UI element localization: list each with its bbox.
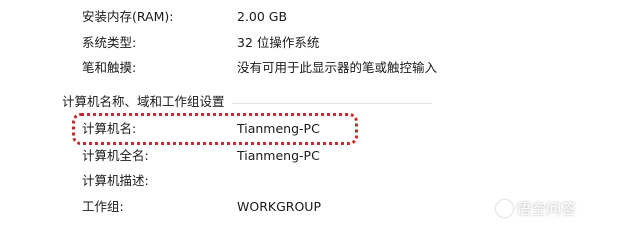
wukong-logo-icon <box>496 200 513 217</box>
ram-value: 2.00 GB <box>237 9 288 24</box>
pen-touch-value: 没有可用于此显示器的笔或触控输入 <box>237 60 438 75</box>
pen-touch-label: 笔和触摸: <box>82 60 137 75</box>
system-type-row: 系统类型: 32 位操作系统 <box>0 34 620 52</box>
full-computer-name-value: Tianmeng-PC <box>237 148 320 163</box>
section-divider <box>232 103 432 104</box>
full-computer-name-row: 计算机全名: Tianmeng-PC <box>0 147 620 165</box>
full-computer-name-label: 计算机全名: <box>82 148 149 163</box>
system-type-label: 系统类型: <box>82 35 137 50</box>
computer-name-section-header: 计算机名称、域和工作组设置 <box>62 94 225 109</box>
workgroup-value: WORKGROUP <box>237 199 321 214</box>
ram-label: 安装内存(RAM): <box>82 9 174 24</box>
system-type-value: 32 位操作系统 <box>237 35 320 50</box>
ram-row: 安装内存(RAM): 2.00 GB <box>0 8 620 26</box>
computer-description-row: 计算机描述: <box>0 172 620 190</box>
computer-name-highlight-annotation <box>72 113 358 145</box>
watermark: 悟空问答 <box>496 198 576 220</box>
computer-description-label: 计算机描述: <box>82 173 149 188</box>
pen-touch-row: 笔和触摸: 没有可用于此显示器的笔或触控输入 <box>0 59 620 77</box>
watermark-text: 悟空问答 <box>516 200 577 218</box>
workgroup-label: 工作组: <box>82 199 124 214</box>
